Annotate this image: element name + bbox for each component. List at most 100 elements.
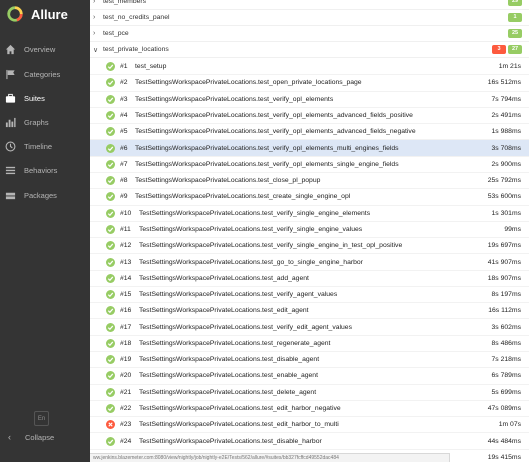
test-row[interactable]: #3 TestSettingsWorkspacePrivateLocations.… <box>90 92 529 108</box>
allure-logo[interactable]: Allure <box>6 3 68 25</box>
test-duration: 8s 486ms <box>491 339 521 347</box>
test-name: TestSettingsWorkspacePrivateLocations.te… <box>139 274 309 282</box>
test-row[interactable]: #13 TestSettingsWorkspacePrivateLocations… <box>90 254 529 271</box>
test-number: #11 <box>120 225 131 233</box>
test-row[interactable]: #12 TestSettingsWorkspacePrivateLocations… <box>90 238 529 255</box>
test-duration: 1s 301ms <box>491 209 521 217</box>
test-row[interactable]: #4 TestSettingsWorkspacePrivateLocations.… <box>90 108 529 125</box>
passed-status-icon <box>106 224 115 234</box>
suite-group-row[interactable]: ∨ test_private_locations 3 27 <box>90 42 529 58</box>
passed-count-badge: 29 <box>508 0 522 6</box>
passed-status-icon <box>106 94 115 104</box>
test-row[interactable]: #10 TestSettingsWorkspacePrivateLocations… <box>90 206 529 222</box>
test-name: TestSettingsWorkspacePrivateLocations.te… <box>139 209 371 217</box>
sidebar-item-categories[interactable]: Categories <box>0 63 90 85</box>
test-duration: 19s 415ms <box>487 453 521 461</box>
test-duration: 16s 112ms <box>488 307 521 315</box>
test-duration: 8s 197ms <box>491 291 521 299</box>
test-name: TestSettingsWorkspacePrivateLocations.te… <box>139 307 309 315</box>
test-row[interactable]: #19 TestSettingsWorkspacePrivateLocations… <box>90 352 529 369</box>
test-row[interactable]: #1 test_setup 1m 21s <box>90 59 529 76</box>
test-row[interactable]: #20 TestSettingsWorkspacePrivateLocations… <box>90 368 529 385</box>
suite-group-name: test_no_credits_panel <box>103 14 170 21</box>
sidebar-item-timeline[interactable]: Timeline <box>0 135 90 157</box>
suite-group-row[interactable]: › test_pce 25 <box>90 26 529 42</box>
test-row[interactable]: #24 TestSettingsWorkspacePrivateLocations… <box>90 433 529 450</box>
test-name: TestSettingsWorkspacePrivateLocations.te… <box>139 405 341 413</box>
sidebar: Allure Overview Categories Suites Graphs… <box>0 0 90 462</box>
test-row[interactable]: #7 TestSettingsWorkspacePrivateLocations.… <box>90 157 529 173</box>
suite-group-row[interactable]: › test_no_credits_panel 1 <box>90 10 529 26</box>
test-duration: 2s 491ms <box>491 111 521 119</box>
test-number: #23 <box>120 421 132 429</box>
test-row[interactable]: #2 TestSettingsWorkspacePrivateLocations.… <box>90 75 529 92</box>
test-duration: 7s 794ms <box>491 95 521 103</box>
test-number: #3 <box>120 95 128 103</box>
suite-group-name: test_private_locations <box>103 46 169 53</box>
test-row[interactable]: #6 TestSettingsWorkspacePrivateLocations.… <box>90 140 529 157</box>
test-row[interactable]: #16 TestSettingsWorkspacePrivateLocations… <box>90 303 529 320</box>
test-row[interactable]: #22 TestSettingsWorkspacePrivateLocations… <box>90 401 529 418</box>
passed-count-badge: 1 <box>508 13 522 22</box>
test-number: #10 <box>120 209 132 217</box>
test-number: #15 <box>120 291 132 299</box>
test-name: TestSettingsWorkspacePrivateLocations.te… <box>139 258 363 266</box>
test-name: TestSettingsWorkspacePrivateLocations.te… <box>139 356 320 364</box>
test-number: #18 <box>120 339 132 347</box>
language-button[interactable]: En <box>34 411 49 426</box>
test-duration: 3s 708ms <box>491 144 521 152</box>
passed-status-icon <box>106 143 115 153</box>
passed-status-icon <box>106 371 115 381</box>
test-row[interactable]: #15 TestSettingsWorkspacePrivateLocations… <box>90 287 529 304</box>
sidebar-item-behaviors[interactable]: Behaviors <box>0 159 90 181</box>
test-row[interactable]: #8 TestSettingsWorkspacePrivateLocations.… <box>90 173 529 190</box>
test-row[interactable]: #17 TestSettingsWorkspacePrivateLocations… <box>90 319 529 336</box>
test-row[interactable]: #9 TestSettingsWorkspacePrivateLocations.… <box>90 189 529 206</box>
test-row[interactable]: #21 TestSettingsWorkspacePrivateLocations… <box>90 385 529 401</box>
test-name: TestSettingsWorkspacePrivateLocations.te… <box>135 160 399 168</box>
passed-status-icon <box>106 159 115 169</box>
sidebar-item-label: Behaviors <box>24 165 58 175</box>
sidebar-item-label: Categories <box>24 69 61 79</box>
test-name: TestSettingsWorkspacePrivateLocations.te… <box>135 128 416 136</box>
test-number: #6 <box>120 144 128 152</box>
sidebar-item-packages[interactable]: Packages <box>0 184 90 206</box>
passed-status-icon <box>106 355 115 365</box>
test-name: TestSettingsWorkspacePrivateLocations.te… <box>139 339 331 347</box>
suite-group-row[interactable]: › test_members 29 <box>90 0 529 10</box>
test-duration: 5s 699ms <box>491 388 521 396</box>
test-row[interactable]: #18 TestSettingsWorkspacePrivateLocations… <box>90 336 529 353</box>
test-duration: 16s 512ms <box>487 79 521 87</box>
test-row[interactable]: #14 TestSettingsWorkspacePrivateLocations… <box>90 271 529 287</box>
passed-status-icon <box>106 404 115 414</box>
test-row[interactable]: #5 TestSettingsWorkspacePrivateLocations.… <box>90 124 529 141</box>
test-row[interactable]: #23 TestSettingsWorkspacePrivateLocations… <box>90 417 529 434</box>
test-name: TestSettingsWorkspacePrivateLocations.te… <box>135 177 321 185</box>
passed-status-icon <box>106 436 115 446</box>
test-row[interactable]: #11 TestSettingsWorkspacePrivateLocations… <box>90 222 529 239</box>
test-name: TestSettingsWorkspacePrivateLocations.te… <box>139 388 317 396</box>
chevron-down-icon: ∨ <box>93 46 99 54</box>
suites-tree: › test_members 29 › test_no_credits_panel 1 › t… <box>90 0 529 462</box>
bar-chart-icon <box>5 117 16 128</box>
passed-status-icon <box>106 322 115 332</box>
test-number: #22 <box>120 405 132 413</box>
passed-status-icon <box>106 290 115 300</box>
list-icon <box>5 165 16 176</box>
status-badges: 3 27 <box>490 45 522 54</box>
sidebar-item-overview[interactable]: Overview <box>0 38 90 60</box>
sidebar-item-graphs[interactable]: Graphs <box>0 111 90 133</box>
chevron-right-icon: › <box>93 30 96 37</box>
collapse-button[interactable]: ‹ Collapse <box>0 430 90 444</box>
test-number: #12 <box>120 242 132 250</box>
chevron-left-icon: ‹ <box>8 432 11 442</box>
test-name: TestSettingsWorkspacePrivateLocations.te… <box>135 193 351 201</box>
test-duration: 53s 600ms <box>487 193 521 201</box>
test-duration: 99ms <box>504 225 521 233</box>
suite-group-name: test_pce <box>103 30 129 37</box>
sidebar-item-suites[interactable]: Suites <box>0 87 90 109</box>
allure-logo-icon <box>7 6 23 22</box>
test-duration: 25s 792ms <box>487 177 521 185</box>
test-duration: 18s 907ms <box>487 274 521 282</box>
passed-status-icon <box>106 208 115 218</box>
